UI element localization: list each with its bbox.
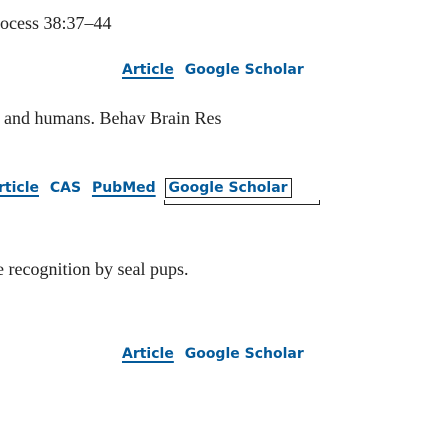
reference-3-google-scholar-link[interactable]: Google Scholar xyxy=(185,346,304,362)
reference-1-links: Article Google Scholar xyxy=(122,60,310,80)
reference-3-citation: e recognition by seal pups. xyxy=(0,259,189,279)
reference-2-cas-link[interactable]: CAS xyxy=(50,180,81,196)
reference-3-article-link[interactable]: Article xyxy=(122,346,174,362)
reference-2-pubmed-link[interactable]: PubMed xyxy=(92,180,156,196)
reference-2-links: rticle CAS PubMed Google Scholar xyxy=(0,178,296,198)
reference-1-google-scholar-link[interactable]: Google Scholar xyxy=(185,62,304,78)
reference-1-citation: rocess 38:37–44 xyxy=(0,13,112,33)
reference-2-citation: and humans. Behav Brain Res xyxy=(4,108,222,128)
reference-2-article-link[interactable]: rticle xyxy=(0,180,39,196)
reference-3-links: Article Google Scholar xyxy=(122,344,310,364)
references-section: rocess 38:37–44 Article Google Scholar a… xyxy=(0,0,448,448)
focus-ring-extension xyxy=(164,200,320,205)
reference-2-google-scholar-link[interactable]: Google Scholar xyxy=(164,178,292,198)
reference-1-article-link[interactable]: Article xyxy=(122,62,174,78)
